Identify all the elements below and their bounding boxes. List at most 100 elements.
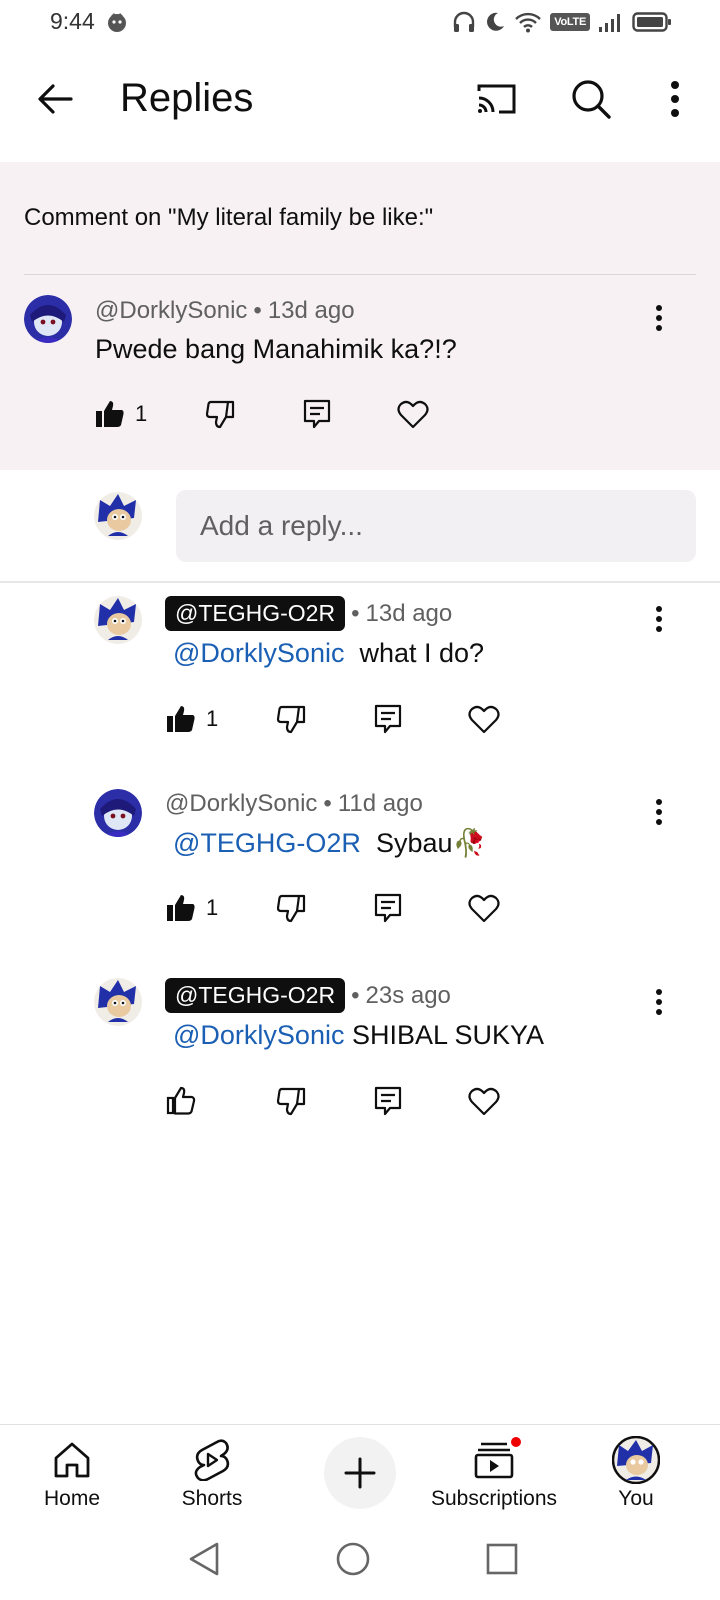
mention-link[interactable]: @DorklySonic	[173, 1020, 344, 1050]
nav-home-label: Home	[43, 1487, 101, 1510]
comment-icon	[374, 704, 402, 734]
comment-text-body: what I do?	[359, 638, 485, 668]
dislike-button[interactable]	[276, 1079, 306, 1123]
mention-link[interactable]: @DorklySonic	[173, 638, 344, 668]
parent-comment: Comment on "My literal family be like:" …	[0, 162, 720, 470]
like-button[interactable]: 1	[95, 392, 147, 436]
reply-button[interactable]	[374, 1079, 402, 1123]
home-icon	[54, 1442, 90, 1478]
heart-button[interactable]	[468, 1079, 500, 1123]
like-button[interactable]: 1	[166, 697, 218, 741]
comment-meta: @DorklySonic • 11d ago	[165, 790, 423, 818]
status-bar: 9:44 VoLTE	[0, 0, 720, 44]
comment-age: 11d ago	[337, 790, 423, 817]
back-button[interactable]	[30, 74, 80, 124]
creator-handle-chip[interactable]: @TEGHG-O2R	[165, 596, 346, 631]
comment-action-menu-button[interactable]	[641, 980, 677, 1024]
comment-text: @TEGHG-O2R Sybau🥀	[173, 827, 486, 859]
like-button[interactable]	[166, 1079, 196, 1123]
thumbs-up-icon	[166, 1086, 196, 1115]
author-handle[interactable]: @DorklySonic	[165, 790, 317, 818]
reply-button[interactable]	[374, 886, 402, 930]
divider	[0, 581, 720, 583]
app-bar: Replies	[0, 56, 720, 144]
separator-dot: •	[253, 297, 262, 324]
plus-icon	[344, 1457, 376, 1489]
author-handle[interactable]: @DorklySonic	[95, 297, 247, 325]
comment-age: 13d ago	[267, 297, 355, 324]
nav-home[interactable]: Home	[2, 1433, 142, 1521]
square-recents-icon	[486, 1543, 518, 1575]
create-button[interactable]	[324, 1437, 396, 1509]
thumbs-down-icon	[205, 400, 235, 429]
dislike-button[interactable]	[276, 697, 306, 741]
comment-icon	[374, 893, 402, 923]
more-vert-icon	[656, 305, 662, 331]
search-button[interactable]	[566, 74, 616, 124]
volte-badge: VoLTE	[550, 13, 590, 31]
more-vert-icon	[656, 606, 662, 632]
nav-subscriptions[interactable]: Subscriptions	[424, 1433, 564, 1521]
heart-button[interactable]	[397, 392, 429, 436]
wifi-icon	[515, 12, 542, 33]
comment-action-menu-button[interactable]	[641, 597, 677, 641]
creator-handle-chip[interactable]: @TEGHG-O2R	[165, 978, 346, 1013]
reply-button[interactable]	[303, 392, 331, 436]
comment-action-menu-button[interactable]	[641, 790, 677, 834]
comment-meta: @TEGHG-O2R • 23s ago	[165, 978, 451, 1013]
comment-on-label: Comment on "My literal family be like:"	[24, 204, 434, 231]
like-button[interactable]: 1	[166, 886, 218, 930]
add-reply-input[interactable]: Add a reply...	[176, 490, 696, 562]
circle-home-icon	[336, 1542, 370, 1576]
back-arrow-icon	[38, 84, 73, 114]
headphones-icon	[454, 11, 475, 32]
dislike-button[interactable]	[276, 886, 306, 930]
dislike-button[interactable]	[205, 392, 235, 436]
page-title: Replies	[120, 76, 254, 120]
nav-you-label: You	[618, 1487, 654, 1510]
avatar[interactable]	[24, 295, 72, 343]
comment-actions: 1	[95, 392, 495, 436]
more-vert-icon	[656, 989, 662, 1015]
avatar[interactable]	[94, 978, 142, 1026]
comment-text: Pwede bang Manahimik ka?!?	[95, 334, 457, 364]
cast-button[interactable]	[472, 74, 522, 124]
bottom-navigation: Home Shorts Subscriptions You	[0, 1424, 720, 1524]
separator-dot: •	[323, 790, 332, 817]
system-recents-button[interactable]	[472, 1534, 532, 1584]
comment-actions: 1	[166, 886, 566, 930]
search-icon	[572, 80, 611, 119]
comment-actions: 1	[166, 697, 566, 741]
comment-text: @DorklySonic SHIBAL SUKYA	[173, 1020, 544, 1051]
mention-link[interactable]: @TEGHG-O2R	[173, 828, 361, 858]
avatar[interactable]	[94, 789, 142, 837]
heart-icon	[397, 400, 429, 429]
shorts-icon	[194, 1439, 230, 1481]
comment-meta: @DorklySonic • 13d ago	[95, 297, 355, 325]
nav-shorts-label: Shorts	[181, 1487, 243, 1510]
thumbs-up-filled-icon	[167, 895, 195, 921]
comment-meta: @TEGHG-O2R • 13d ago	[165, 596, 452, 631]
comment-action-menu-button[interactable]	[641, 296, 677, 340]
divider	[24, 274, 696, 275]
more-options-button[interactable]	[650, 74, 700, 124]
nav-subscriptions-label: Subscriptions	[430, 1487, 558, 1510]
more-vert-icon	[671, 81, 679, 117]
nav-shorts[interactable]: Shorts	[142, 1433, 282, 1521]
thumbs-up-filled-icon	[167, 706, 195, 732]
notification-dot	[509, 1435, 523, 1449]
comment-text: @DorklySonic what I do?	[173, 638, 484, 669]
reply-button[interactable]	[374, 697, 402, 741]
heart-button[interactable]	[468, 886, 500, 930]
heart-button[interactable]	[468, 697, 500, 741]
like-count: 1	[206, 706, 219, 731]
heart-icon	[468, 894, 500, 923]
status-icons: VoLTE	[452, 8, 672, 36]
system-back-button[interactable]	[174, 1534, 234, 1584]
nav-you[interactable]: You	[566, 1433, 706, 1521]
system-home-button[interactable]	[323, 1534, 383, 1584]
avatar[interactable]	[94, 596, 142, 644]
subscriptions-icon	[474, 1442, 514, 1479]
more-vert-icon	[656, 799, 662, 825]
thumbs-down-icon	[276, 705, 306, 734]
